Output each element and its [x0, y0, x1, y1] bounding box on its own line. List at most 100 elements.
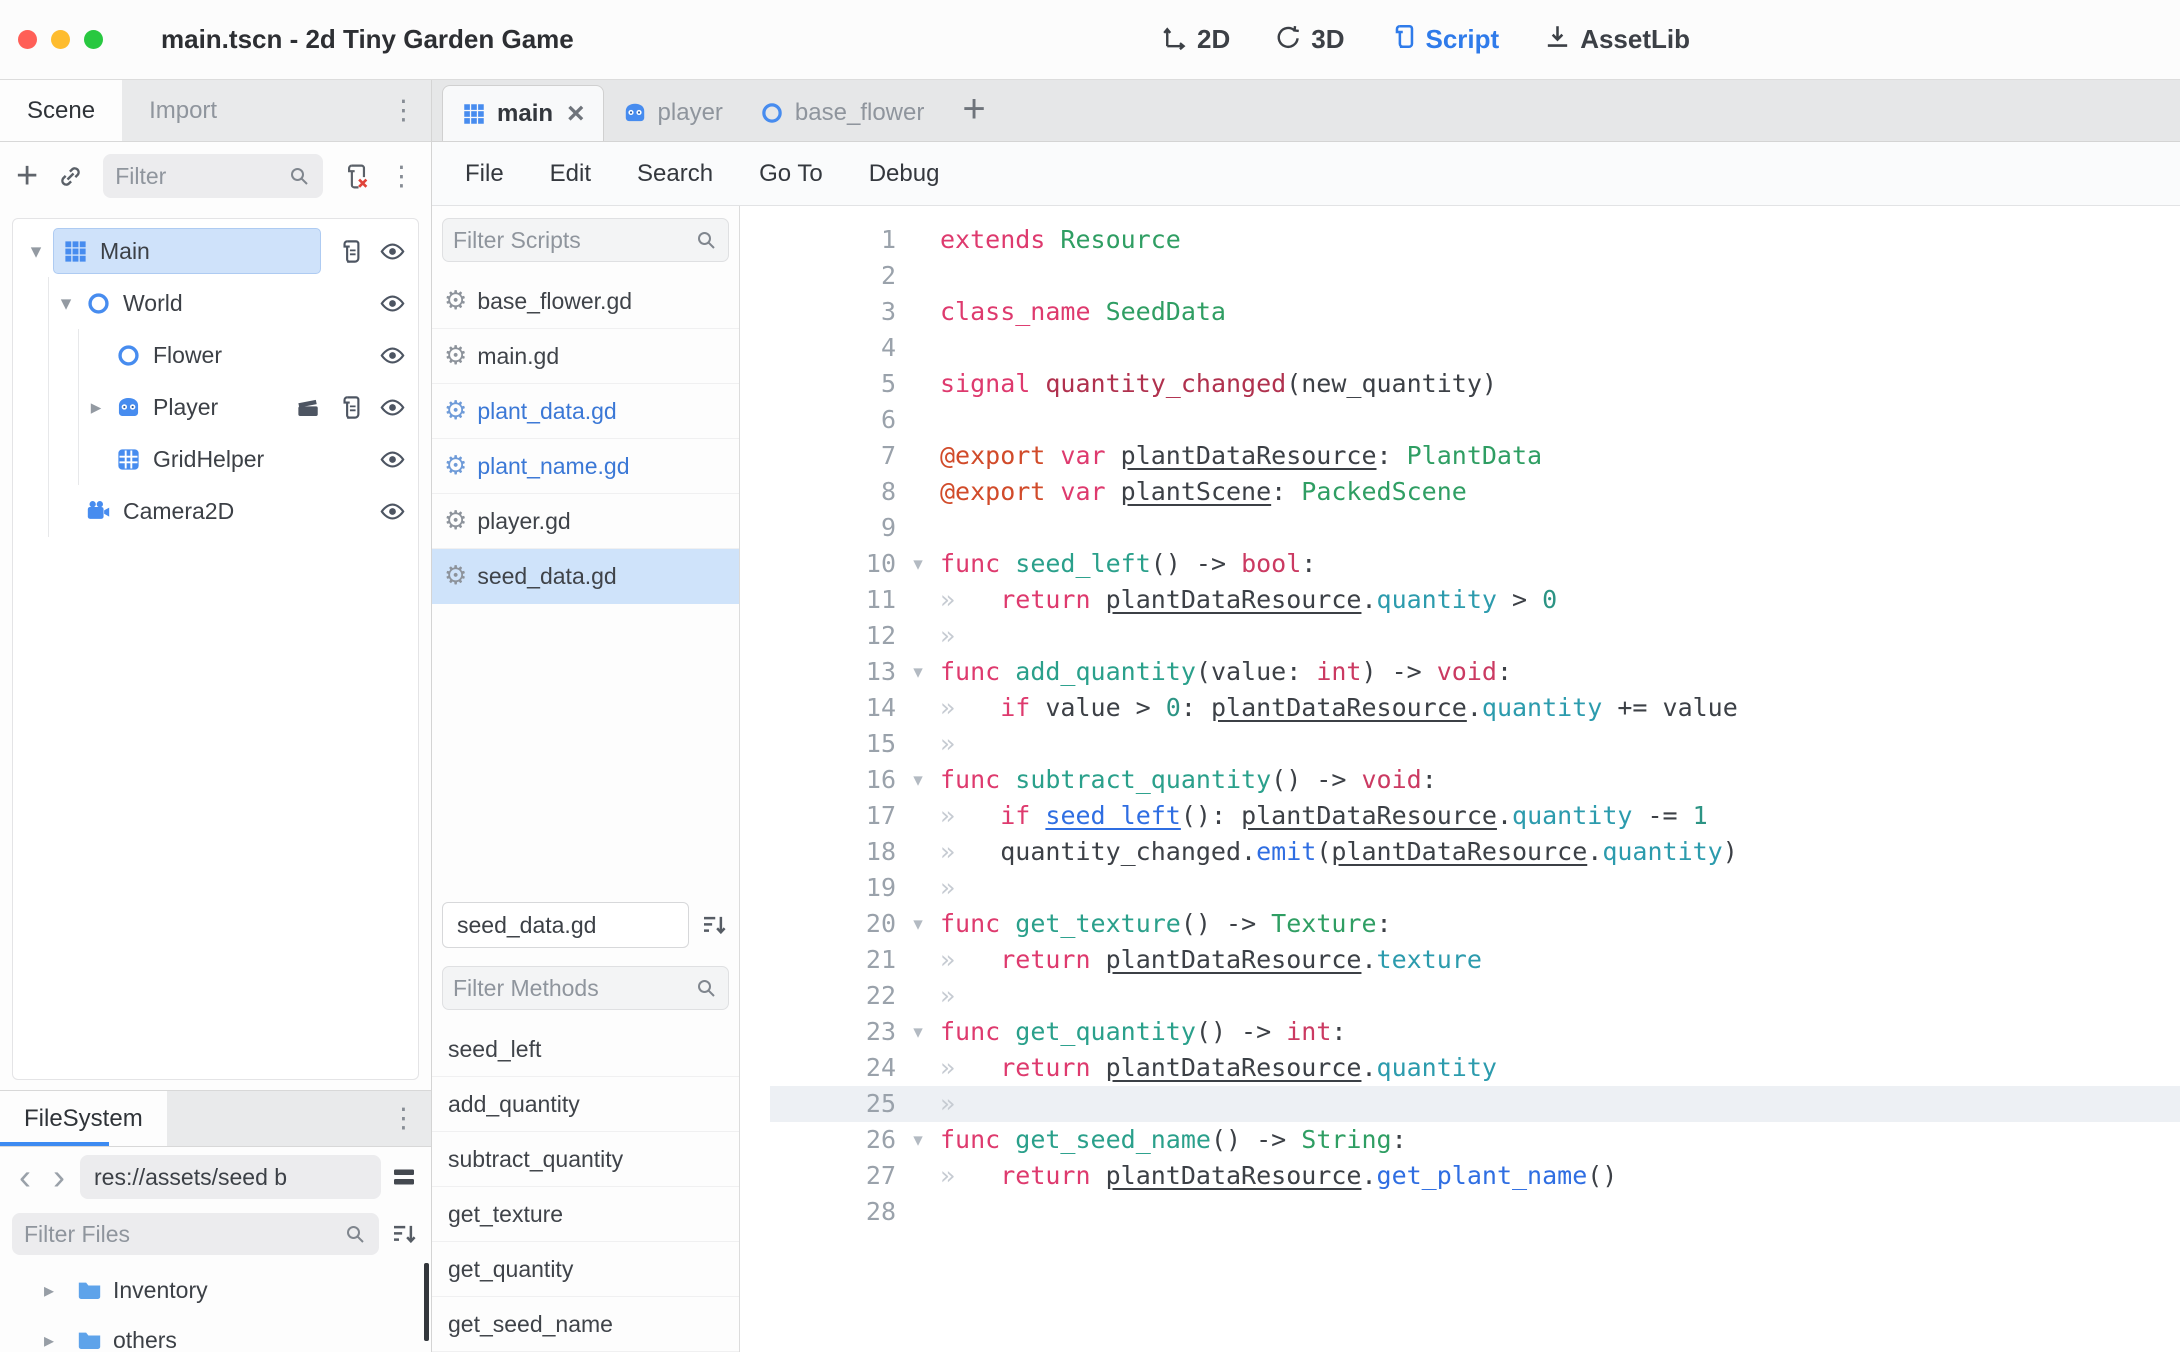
scripts-list[interactable]: ⚙base_flower.gd⚙main.gd⚙plant_data.gd⚙pl…: [432, 274, 739, 896]
detach-script-icon[interactable]: [341, 162, 370, 191]
menu-debug[interactable]: Debug: [846, 160, 963, 188]
fold-arrow-icon[interactable]: ▾: [896, 906, 940, 942]
collapse-arrow-icon[interactable]: ▾: [19, 239, 53, 263]
scene-tab-base-flower[interactable]: base_flower: [741, 85, 942, 141]
tab-import[interactable]: Import: [122, 80, 244, 141]
script-item-player-gd[interactable]: ⚙player.gd: [432, 494, 739, 549]
script-item-main-gd[interactable]: ⚙main.gd: [432, 329, 739, 384]
script-item-base-flower-gd[interactable]: ⚙base_flower.gd: [432, 274, 739, 329]
eye-icon[interactable]: [379, 290, 406, 317]
expand-arrow-icon[interactable]: ▸: [44, 1278, 66, 1302]
expand-arrow-icon[interactable]: ▸: [44, 1328, 66, 1352]
eye-icon[interactable]: [379, 498, 406, 525]
grid-icon: [60, 236, 90, 266]
code-text: »: [940, 726, 1000, 762]
instance-scene-icon[interactable]: [56, 162, 85, 191]
method-item-add-quantity[interactable]: add_quantity: [432, 1077, 739, 1132]
close-tab-icon[interactable]: ×: [567, 99, 585, 129]
method-item-get-texture[interactable]: get_texture: [432, 1187, 739, 1242]
fold-arrow-icon[interactable]: ▾: [896, 762, 940, 798]
methods-list[interactable]: seed_leftadd_quantitysubtract_quantityge…: [432, 1022, 739, 1352]
path-breadcrumb[interactable]: res://assets/seed b: [80, 1155, 381, 1199]
file-item-inventory[interactable]: ▸Inventory: [0, 1265, 431, 1315]
method-item-get-quantity[interactable]: get_quantity: [432, 1242, 739, 1297]
scene-tab-main[interactable]: main×: [442, 85, 604, 141]
scene-dock-menu-icon[interactable]: ⋮: [390, 95, 417, 126]
scene-tree[interactable]: ▾ Main ▾WorldFlower▸Player GridHelper Camera…: [12, 218, 419, 1080]
mode-button-2d[interactable]: 2D: [1160, 22, 1230, 58]
code-line-26: 26▾func get_seed_name() -> String:: [770, 1122, 2180, 1158]
toggle-split-mode-icon[interactable]: [389, 1162, 419, 1192]
mode-button-assetlib[interactable]: AssetLib: [1543, 22, 1690, 58]
clapper-icon[interactable]: [295, 394, 322, 421]
method-item-subtract-quantity[interactable]: subtract_quantity: [432, 1132, 739, 1187]
script-item-seed-data-gd[interactable]: ⚙seed_data.gd: [432, 549, 739, 604]
expand-arrow-icon[interactable]: ▸: [79, 395, 113, 419]
file-filter-input[interactable]: [24, 1221, 343, 1248]
line-number: 2: [770, 258, 896, 294]
fold-arrow-icon[interactable]: ▾: [896, 654, 940, 690]
scene-node-world[interactable]: ▾World: [19, 277, 418, 329]
mode-button-script[interactable]: Script: [1389, 22, 1500, 58]
scene-toolbar-menu-icon[interactable]: ⋮: [388, 161, 415, 192]
script-icon[interactable]: [337, 394, 364, 421]
tab-filesystem[interactable]: FileSystem: [0, 1091, 167, 1146]
menu-edit[interactable]: Edit: [527, 160, 614, 188]
scene-tab-player[interactable]: player: [604, 85, 741, 141]
eye-icon[interactable]: [379, 446, 406, 473]
collapse-arrow-icon[interactable]: ▾: [49, 291, 83, 315]
filesystem-header: FileSystem ⋮: [0, 1091, 431, 1147]
fold-arrow-icon[interactable]: ▾: [896, 546, 940, 582]
scene-node-gridhelper[interactable]: GridHelper: [19, 433, 418, 485]
add-node-button[interactable]: +: [16, 157, 38, 195]
line-number: 3: [770, 294, 896, 330]
eye-icon[interactable]: [379, 238, 406, 265]
mode-button-3d[interactable]: 3D: [1274, 22, 1344, 58]
scene-filter-input[interactable]: [115, 163, 287, 190]
scene-node-player[interactable]: ▸Player: [19, 381, 418, 433]
file-sort-icon[interactable]: [389, 1219, 419, 1249]
minimize-window-button[interactable]: [51, 30, 70, 49]
scene-node-main[interactable]: ▾ Main: [19, 225, 418, 277]
history-back-icon[interactable]: ‹: [12, 1159, 38, 1195]
gridhelper-icon: [113, 444, 143, 474]
file-tree[interactable]: ▸Inventory▸others: [0, 1261, 431, 1352]
line-number: 6: [770, 402, 896, 438]
eye-icon[interactable]: [379, 342, 406, 369]
fold-arrow-icon[interactable]: ▾: [896, 1014, 940, 1050]
file-item-others[interactable]: ▸others: [0, 1315, 431, 1352]
method-item-get-seed-name[interactable]: get_seed_name: [432, 1297, 739, 1352]
script-icon[interactable]: [337, 238, 364, 265]
tab-scene[interactable]: Scene: [0, 80, 122, 141]
menu-file[interactable]: File: [442, 160, 527, 188]
script-item-plant-name-gd[interactable]: ⚙plant_name.gd: [432, 439, 739, 494]
fold-spacer: [896, 366, 940, 402]
filesystem-nav: ‹ › res://assets/seed b: [0, 1147, 431, 1207]
filesystem-menu-icon[interactable]: ⋮: [390, 1103, 417, 1134]
method-filter-input[interactable]: [453, 975, 694, 1002]
menu-search[interactable]: Search: [614, 160, 736, 188]
history-forward-icon[interactable]: ›: [46, 1159, 72, 1195]
filesystem-scrollbar[interactable]: [424, 1263, 429, 1341]
tab-marker-icon: »: [940, 981, 955, 1010]
filesystem-dock: FileSystem ⋮ ‹ › res://assets/seed b: [0, 1090, 431, 1352]
current-script-name[interactable]: seed_data.gd: [442, 902, 689, 948]
script-filter-input[interactable]: [453, 227, 694, 254]
method-sort-icon[interactable]: [699, 910, 729, 940]
scene-dock-tabs: Scene Import ⋮: [0, 80, 431, 142]
method-item-seed-left[interactable]: seed_left: [432, 1022, 739, 1077]
code-editor[interactable]: 1extends Resource23class_name SeedData45…: [740, 206, 2180, 1352]
new-scene-tab-button[interactable]: +: [962, 89, 985, 129]
fold-spacer: [896, 798, 940, 834]
eye-icon[interactable]: [379, 394, 406, 421]
menu-go-to[interactable]: Go To: [736, 160, 846, 188]
close-window-button[interactable]: [18, 30, 37, 49]
scene-node-flower[interactable]: Flower: [19, 329, 418, 381]
scene-node-camera2d[interactable]: Camera2D: [19, 485, 418, 537]
node-label: Main: [100, 238, 150, 265]
node-label: GridHelper: [153, 446, 264, 473]
search-icon: [287, 164, 311, 188]
fold-arrow-icon[interactable]: ▾: [896, 1122, 940, 1158]
script-item-plant-data-gd[interactable]: ⚙plant_data.gd: [432, 384, 739, 439]
maximize-window-button[interactable]: [84, 30, 103, 49]
